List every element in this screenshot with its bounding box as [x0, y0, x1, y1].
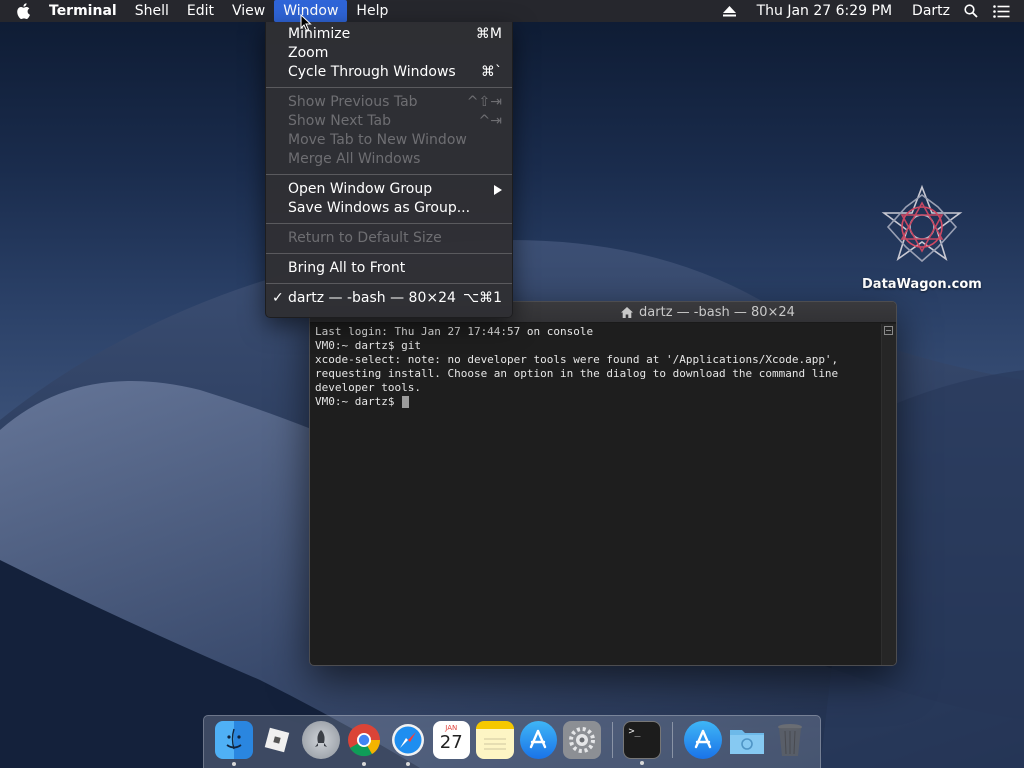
- user-name[interactable]: Dartz: [906, 0, 956, 22]
- eject-icon[interactable]: [719, 0, 741, 22]
- menu-app-terminal[interactable]: Terminal: [40, 0, 126, 22]
- running-indicator: [640, 761, 645, 765]
- text-cursor: [402, 396, 410, 408]
- menu-item-bring-all-front[interactable]: Bring All to Front: [266, 259, 512, 278]
- notes-icon[interactable]: [476, 721, 514, 759]
- terminal-title: dartz — -bash — 80×24: [639, 304, 795, 320]
- datawagon-label: DataWagon.com: [862, 277, 982, 292]
- running-indicator: [405, 762, 410, 766]
- clock[interactable]: Thu Jan 27 6:29 PM: [751, 0, 898, 22]
- safari-icon[interactable]: [389, 721, 427, 766]
- trash-icon[interactable]: [772, 721, 810, 759]
- finder-icon[interactable]: [215, 721, 253, 766]
- menu-item-show-next-tab: Show Next Tab ^⇥: [288, 113, 502, 129]
- menu-item-terminal-window[interactable]: ✓ dartz — -bash — 80×24 ⌥⌘1: [266, 289, 512, 308]
- shortcut: ⌘M: [475, 26, 502, 42]
- menu-bar: Terminal Shell Edit View Window Help Thu…: [0, 0, 1024, 22]
- dock-separator: [611, 722, 613, 758]
- menu-separator: [266, 253, 512, 254]
- menu-item-show-previous-tab: Show Previous Tab ^⇧⇥: [288, 94, 502, 110]
- terminal-line: xcode-select: note: no developer tools w…: [315, 353, 839, 366]
- shortcut: ^⇧⇥: [466, 94, 502, 110]
- app-store-icon[interactable]: [519, 721, 557, 759]
- terminal-output[interactable]: Last login: Thu Jan 27 17:44:57 on conso…: [310, 324, 882, 665]
- menu-item-save-windows-group[interactable]: Save Windows as Group...: [266, 199, 512, 218]
- terminal-line: requesting install. Choose an option in …: [315, 367, 839, 380]
- submenu-arrow-icon: [494, 185, 502, 195]
- terminal-window[interactable]: dartz — -bash — 80×24 Last login: Thu Ja…: [309, 301, 897, 666]
- menu-item-return-default-size: Return to Default Size: [288, 230, 442, 246]
- downloads-folder-icon[interactable]: [728, 721, 766, 759]
- launchpad-icon[interactable]: [302, 721, 340, 759]
- system-preferences-icon[interactable]: [563, 721, 601, 759]
- chrome-icon[interactable]: [346, 721, 384, 766]
- calendar-icon[interactable]: JAN 27: [432, 721, 470, 759]
- menu-separator: [266, 174, 512, 175]
- home-icon: [621, 306, 634, 318]
- menu-item-zoom[interactable]: Zoom: [266, 44, 512, 63]
- notification-center-icon[interactable]: [990, 0, 1012, 22]
- calendar-month: JAN: [445, 724, 458, 732]
- menu-separator: [266, 283, 512, 284]
- dock: JAN 27 >_: [203, 715, 821, 768]
- mouse-pointer-icon: [300, 14, 312, 32]
- menu-view[interactable]: View: [223, 0, 274, 22]
- menu-separator: [266, 223, 512, 224]
- shortcut: ⌥⌘1: [462, 290, 502, 306]
- dock-separator: [672, 722, 673, 758]
- menu-edit[interactable]: Edit: [178, 0, 223, 22]
- apple-icon[interactable]: [14, 0, 32, 22]
- checkmark-icon: ✓: [272, 290, 284, 306]
- calendar-day: 27: [439, 732, 463, 753]
- shortcut: ⌘`: [481, 64, 502, 80]
- terminal-line: Last login: Thu Jan 27 17:44:57 on conso…: [315, 325, 594, 338]
- datawagon-logo: [881, 184, 963, 263]
- app-store-download-icon[interactable]: [684, 721, 722, 759]
- terminal-line: developer tools.: [315, 381, 421, 394]
- terminal-scrollbar[interactable]: [881, 324, 896, 665]
- menu-separator: [266, 87, 512, 88]
- spotlight-search-icon[interactable]: [960, 0, 982, 22]
- window-menu-dropdown: Minimize ⌘M Zoom Cycle Through Windows ⌘` …: [265, 22, 513, 318]
- running-indicator: [362, 762, 367, 766]
- terminal-icon-prompt: >_: [628, 726, 641, 737]
- menu-item-move-tab: Move Tab to New Window: [288, 132, 467, 148]
- running-indicator: [231, 762, 236, 766]
- scrollbar-thumb[interactable]: [884, 326, 893, 335]
- menu-item-merge-windows: Merge All Windows: [288, 151, 421, 167]
- menu-item-open-window-group[interactable]: Open Window Group: [266, 180, 512, 199]
- terminal-prompt: VM0:~ dartz$: [315, 395, 402, 408]
- terminal-prompt-line[interactable]: VM0:~ dartz$: [315, 395, 877, 409]
- menu-help[interactable]: Help: [347, 0, 397, 22]
- shortcut: ^⇥: [478, 113, 502, 129]
- menu-shell[interactable]: Shell: [126, 0, 178, 22]
- menu-extras: Thu Jan 27 6:29 PM Dartz: [715, 0, 1024, 22]
- terminal-icon[interactable]: >_: [623, 721, 662, 765]
- roblox-icon[interactable]: [259, 721, 297, 759]
- terminal-line: VM0:~ dartz$ git: [315, 339, 421, 352]
- menu-item-cycle-windows[interactable]: Cycle Through Windows ⌘`: [266, 63, 512, 82]
